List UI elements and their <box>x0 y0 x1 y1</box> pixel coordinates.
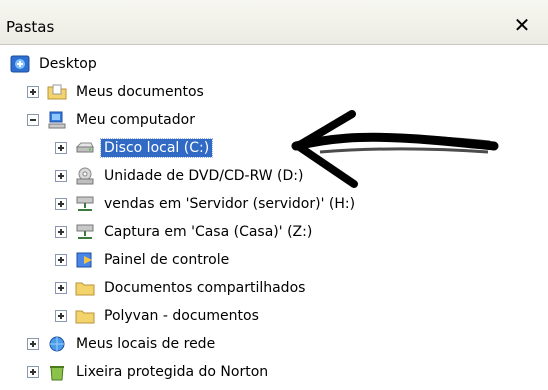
tree-item-doc-compartilhados[interactable]: Documentos compartilhados <box>55 276 308 300</box>
pane-title: Pastas <box>6 18 55 36</box>
network-drive-icon <box>76 224 94 239</box>
tree-item-polyvan[interactable]: Polyvan - documentos <box>55 304 262 328</box>
tree-item-lixeira[interactable]: Lixeira protegida do Norton <box>27 360 271 384</box>
documents-folder-icon <box>47 84 67 100</box>
tree-item-meu-computador[interactable]: Meu computador <box>27 108 198 132</box>
folder-icon <box>75 282 95 296</box>
tree-label: Meus documentos <box>76 84 204 100</box>
expand-toggle[interactable] <box>27 366 39 378</box>
desktop-icon <box>10 55 30 73</box>
expand-toggle[interactable] <box>55 142 67 154</box>
expand-toggle[interactable] <box>55 310 67 322</box>
network-places-icon <box>49 336 65 352</box>
control-panel-icon <box>76 252 92 268</box>
tree-item-dvd[interactable]: Unidade de DVD/CD-RW (D:) <box>55 164 306 188</box>
folder-tree: Desktop Meus documentos Meu computador D… <box>0 50 548 390</box>
dvd-drive-icon <box>76 167 94 185</box>
folder-icon <box>75 310 95 324</box>
tree-label: Desktop <box>39 56 97 72</box>
tree-item-meus-documentos[interactable]: Meus documentos <box>27 80 207 104</box>
tree-label: Meus locais de rede <box>76 336 216 352</box>
tree-label: Meu computador <box>76 112 195 128</box>
expand-toggle[interactable] <box>55 282 67 294</box>
expand-toggle[interactable] <box>27 338 39 350</box>
tree-label: vendas em 'Servidor (servidor)' (H:) <box>104 196 356 212</box>
pane-header: Pastas ✕ <box>0 0 548 45</box>
hard-drive-icon <box>75 142 94 153</box>
expand-toggle[interactable] <box>55 226 67 238</box>
collapse-toggle[interactable] <box>27 114 39 126</box>
network-drive-icon <box>76 196 94 211</box>
arrow-annotation-icon <box>291 110 499 188</box>
tree-label: Polyvan - documentos <box>104 308 259 324</box>
tree-label: Captura em 'Casa (Casa)' (Z:) <box>104 224 313 240</box>
tree-label: Painel de controle <box>104 252 230 268</box>
expand-toggle[interactable] <box>27 86 39 98</box>
close-icon: ✕ <box>513 13 531 37</box>
computer-icon <box>48 111 66 129</box>
close-button[interactable]: ✕ <box>508 12 536 38</box>
tree-item-captura[interactable]: Captura em 'Casa (Casa)' (Z:) <box>55 220 315 244</box>
tree-label: Unidade de DVD/CD-RW (D:) <box>104 168 304 184</box>
tree-item-disco-local[interactable]: Disco local (C:) <box>55 136 214 160</box>
expand-toggle[interactable] <box>55 198 67 210</box>
tree-label: Documentos compartilhados <box>104 280 306 296</box>
expand-toggle[interactable] <box>55 170 67 182</box>
tree-label: Lixeira protegida do Norton <box>76 364 269 380</box>
tree-item-painel[interactable]: Painel de controle <box>55 248 232 272</box>
tree-item-desktop[interactable]: Desktop <box>10 52 100 76</box>
expand-toggle[interactable] <box>55 254 67 266</box>
tree-item-vendas[interactable]: vendas em 'Servidor (servidor)' (H:) <box>55 192 358 216</box>
recycle-bin-icon <box>50 366 64 381</box>
tree-item-meus-locais[interactable]: Meus locais de rede <box>27 332 218 356</box>
tree-label: Disco local (C:) <box>99 138 214 158</box>
